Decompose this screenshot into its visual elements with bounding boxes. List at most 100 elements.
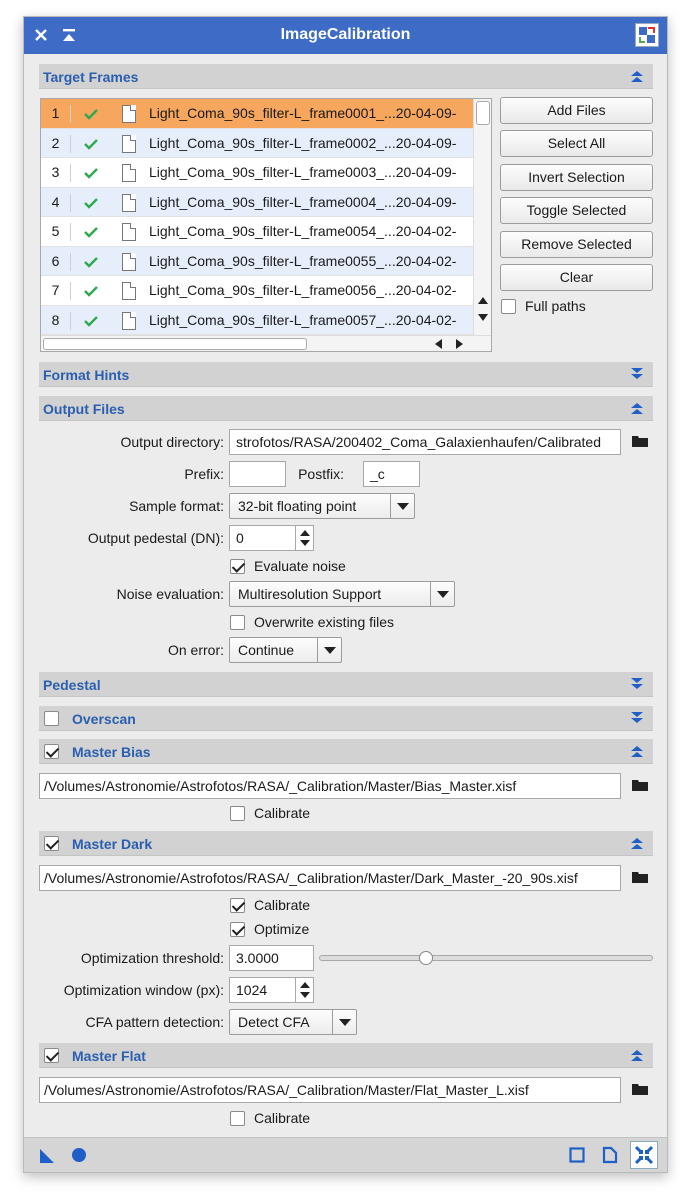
chevron-down-icon[interactable]: [332, 1010, 356, 1034]
apply-global-icon[interactable]: [71, 1147, 87, 1163]
section-format-hints[interactable]: Format Hints: [39, 362, 653, 387]
opt-window-field[interactable]: 1024: [229, 977, 314, 1003]
arrow-down-icon[interactable]: [300, 540, 310, 546]
expand-icon[interactable]: [629, 366, 645, 382]
chevron-down-icon[interactable]: [430, 582, 454, 606]
file-name: Light_Coma_90s_filter-L_frame0054_...20-…: [149, 223, 457, 239]
table-row[interactable]: 1 Light_Coma_90s_filter-L_frame0001_...20…: [41, 99, 473, 129]
output-pedestal-field[interactable]: 0: [229, 525, 314, 551]
prefix-field[interactable]: [229, 461, 286, 487]
target-frames-table[interactable]: 1 Light_Coma_90s_filter-L_frame0001_...20…: [40, 98, 492, 352]
on-error-value: Continue: [238, 642, 295, 658]
opt-window-spinner[interactable]: [295, 978, 313, 1002]
document-icon[interactable]: [602, 1146, 618, 1164]
folder-icon[interactable]: [632, 1083, 648, 1095]
remove-selected-button[interactable]: Remove Selected: [500, 231, 653, 258]
collapse-icon[interactable]: [629, 835, 645, 851]
collapse-icon[interactable]: [629, 400, 645, 416]
chevron-down-icon[interactable]: [390, 494, 414, 518]
new-instance-icon[interactable]: [39, 1148, 55, 1164]
table-row[interactable]: 2 Light_Coma_90s_filter-L_frame0002_...20…: [41, 128, 473, 158]
output-pedestal-label: Output pedestal (DN):: [87, 530, 224, 546]
clear-button[interactable]: Clear: [500, 264, 653, 291]
evaluate-noise-label: Evaluate noise: [254, 558, 346, 574]
table-row[interactable]: 5 Light_Coma_90s_filter-L_frame0054_...20…: [41, 217, 473, 247]
enabled-check-icon[interactable]: [83, 106, 99, 122]
enabled-check-icon[interactable]: [83, 283, 99, 299]
master-bias-check[interactable]: [44, 744, 59, 759]
vertical-scrollbar[interactable]: [473, 99, 491, 335]
output-directory-field[interactable]: strofotos/RASA/200402_Coma_Galaxienhaufe…: [229, 429, 621, 455]
master-bias-path-field[interactable]: /Volumes/Astronomie/Astrofotos/RASA/_Cal…: [39, 773, 621, 799]
arrow-up-icon[interactable]: [300, 530, 310, 536]
horizontal-scroll-thumb[interactable]: [43, 338, 307, 350]
opt-threshold-slider[interactable]: [319, 951, 653, 965]
enabled-check-icon[interactable]: [83, 313, 99, 329]
enabled-check-icon[interactable]: [83, 136, 99, 152]
full-paths-check[interactable]: [501, 299, 516, 314]
collapse-icon[interactable]: [629, 743, 645, 759]
master-dark-path-field[interactable]: /Volumes/Astronomie/Astrofotos/RASA/_Cal…: [39, 865, 621, 891]
enabled-check-icon[interactable]: [83, 254, 99, 270]
table-row[interactable]: 6 Light_Coma_90s_filter-L_frame0055_...20…: [41, 246, 473, 276]
arrow-up-icon[interactable]: [300, 982, 310, 988]
toggle-selected-button[interactable]: Toggle Selected: [500, 197, 653, 224]
master-dark-optimize-check[interactable]: [230, 922, 245, 937]
table-row[interactable]: 7 Light_Coma_90s_filter-L_frame0056_...20…: [41, 276, 473, 306]
section-target-frames[interactable]: Target Frames: [39, 64, 653, 89]
master-flat-calibrate-check[interactable]: [230, 1111, 245, 1126]
collapse-icon[interactable]: [629, 1047, 645, 1063]
opt-window-label: Optimization window (px):: [63, 982, 224, 998]
enabled-check-icon[interactable]: [83, 224, 99, 240]
master-dark-calibrate-check[interactable]: [230, 898, 245, 913]
enabled-check-icon[interactable]: [83, 165, 99, 181]
expand-icon[interactable]: [629, 676, 645, 692]
overscan-check[interactable]: [44, 711, 59, 726]
scroll-down-icon[interactable]: [477, 313, 489, 323]
select-all-button[interactable]: Select All: [500, 130, 653, 157]
section-master-dark[interactable]: Master Dark: [39, 831, 653, 856]
folder-icon[interactable]: [632, 871, 648, 883]
master-flat-check[interactable]: [44, 1048, 59, 1063]
table-row[interactable]: 3 Light_Coma_90s_filter-L_frame0003_...20…: [41, 158, 473, 188]
expand-icon[interactable]: [629, 710, 645, 726]
section-pedestal[interactable]: Pedestal: [39, 672, 653, 697]
section-master-flat[interactable]: Master Flat: [39, 1043, 653, 1068]
section-output-files[interactable]: Output Files: [39, 396, 653, 421]
table-row[interactable]: 4 Light_Coma_90s_filter-L_frame0004_...20…: [41, 187, 473, 217]
master-bias-calibrate-check[interactable]: [230, 806, 245, 821]
vertical-scroll-thumb[interactable]: [476, 101, 490, 125]
scroll-left-icon[interactable]: [433, 338, 443, 350]
add-files-button[interactable]: Add Files: [500, 97, 653, 124]
on-error-select[interactable]: Continue: [229, 637, 342, 663]
opt-threshold-slider-handle[interactable]: [419, 951, 434, 965]
master-dark-check[interactable]: [44, 836, 59, 851]
section-overscan[interactable]: Overscan: [39, 706, 653, 731]
scroll-right-icon[interactable]: [455, 338, 465, 350]
folder-icon[interactable]: [632, 779, 648, 791]
opt-threshold-field[interactable]: 3.0000: [229, 945, 314, 971]
folder-icon[interactable]: [632, 435, 648, 447]
scroll-up-icon[interactable]: [477, 295, 489, 305]
process-icon[interactable]: [635, 23, 659, 47]
cfa-select[interactable]: Detect CFA: [229, 1009, 357, 1035]
table-row[interactable]: 8 Light_Coma_90s_filter-L_frame0057_...20…: [41, 305, 473, 335]
postfix-field[interactable]: _c: [363, 461, 420, 487]
evaluate-noise-check[interactable]: [230, 559, 245, 574]
overwrite-check[interactable]: [230, 615, 245, 630]
reset-button[interactable]: [630, 1141, 658, 1169]
opt-threshold-label: Optimization threshold:: [80, 950, 224, 966]
horizontal-scrollbar[interactable]: [41, 335, 491, 351]
invert-selection-button[interactable]: Invert Selection: [500, 164, 653, 191]
chevron-down-icon[interactable]: [317, 638, 341, 662]
enabled-check-icon[interactable]: [83, 195, 99, 211]
output-pedestal-spinner[interactable]: [295, 526, 313, 550]
noise-evaluation-select[interactable]: Multiresolution Support: [229, 581, 455, 607]
collapse-icon[interactable]: [629, 68, 645, 84]
master-flat-path-field[interactable]: /Volumes/Astronomie/Astrofotos/RASA/_Cal…: [39, 1077, 621, 1103]
cfa-value: Detect CFA: [238, 1014, 310, 1030]
browse-documentation-icon[interactable]: [569, 1147, 585, 1163]
section-master-bias[interactable]: Master Bias: [39, 739, 653, 764]
sample-format-select[interactable]: 32-bit floating point: [229, 493, 415, 519]
arrow-down-icon[interactable]: [300, 992, 310, 998]
